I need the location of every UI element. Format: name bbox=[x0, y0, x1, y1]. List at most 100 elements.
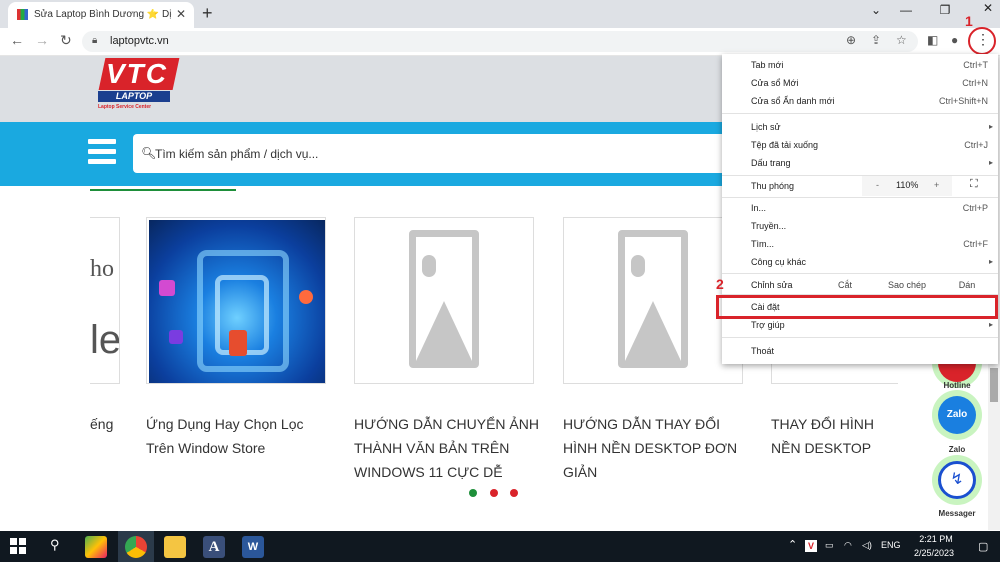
language-indicator[interactable]: ENG bbox=[881, 540, 901, 550]
lock-icon[interactable]: 🔒︎ bbox=[92, 35, 97, 46]
annotation-highlight-box bbox=[716, 295, 998, 319]
close-tab-icon[interactable]: ✕ bbox=[176, 7, 186, 21]
menu-cut[interactable]: Cắt bbox=[820, 280, 870, 290]
menu-more-tools[interactable]: Công cụ khác bbox=[751, 257, 806, 267]
menu-divider bbox=[722, 175, 998, 176]
zoom-in-button[interactable]: + bbox=[934, 180, 939, 190]
menu-zoom: Thu phóng bbox=[751, 181, 795, 191]
shortcut: Ctrl+T bbox=[963, 60, 988, 70]
zalo-button[interactable]: Zalo bbox=[932, 390, 982, 440]
section-underline bbox=[90, 189, 236, 191]
menu-history[interactable]: Lịch sử bbox=[751, 122, 781, 132]
profile-avatar-icon[interactable]: ● bbox=[951, 33, 958, 47]
image-placeholder-icon bbox=[409, 230, 479, 368]
vtc-tray-icon[interactable]: V bbox=[805, 540, 817, 552]
menu-help[interactable]: Trợ giúp bbox=[751, 320, 785, 330]
shortcut: Ctrl+Shift+N bbox=[938, 96, 988, 106]
bookmark-star-icon[interactable]: ☆ bbox=[896, 33, 907, 47]
tab-search-icon[interactable]: ⌄ bbox=[866, 3, 886, 17]
hamburger-menu-icon[interactable] bbox=[88, 139, 116, 169]
messenger-icon: ↯ bbox=[938, 461, 976, 499]
menu-cast[interactable]: Truyền... bbox=[751, 221, 786, 231]
wifi-icon[interactable]: ◠ bbox=[844, 540, 852, 551]
browser-tab[interactable]: Sửa Laptop Bình Dương ⭐ Dịch V ✕ bbox=[8, 2, 194, 28]
annotation-step-1: 1 bbox=[965, 13, 973, 29]
menu-downloads[interactable]: Tệp đã tải xuống bbox=[751, 140, 818, 150]
zoom-icon[interactable]: ⊕ bbox=[846, 33, 856, 47]
annotation-circle bbox=[968, 27, 996, 55]
site-logo[interactable]: VTC LAPTOP Laptop Service Center bbox=[98, 58, 180, 114]
article-card[interactable] bbox=[354, 217, 534, 384]
clock-time[interactable]: 2:21 PM bbox=[913, 534, 959, 544]
annotation-step-2: 2 bbox=[716, 276, 724, 292]
menu-divider bbox=[722, 113, 998, 114]
menu-divider bbox=[722, 337, 998, 338]
partial-card-text: ho bbox=[90, 256, 114, 282]
fullscreen-icon[interactable]: ⛶ bbox=[970, 178, 978, 191]
file-explorer-icon[interactable] bbox=[164, 536, 186, 558]
notification-icon[interactable]: ▢ bbox=[978, 540, 988, 553]
search-icon[interactable]: ⚲ bbox=[50, 537, 60, 553]
menu-edit: Chỉnh sửa bbox=[751, 280, 793, 290]
partial-card[interactable]: ho le bbox=[90, 217, 120, 384]
menu-paste[interactable]: Dán bbox=[942, 280, 992, 290]
maximize-button[interactable]: ❐ bbox=[935, 3, 955, 17]
submenu-arrow-icon: ▸ bbox=[988, 122, 993, 131]
menu-copy[interactable]: Sao chép bbox=[882, 280, 932, 290]
volume-icon[interactable]: ◁) bbox=[862, 540, 872, 551]
shortcut: Ctrl+N bbox=[962, 78, 988, 88]
article-card[interactable] bbox=[146, 217, 326, 384]
shortcut: Ctrl+J bbox=[964, 140, 988, 150]
zalo-icon: Zalo bbox=[938, 396, 976, 434]
share-icon[interactable]: ⇪ bbox=[871, 33, 881, 47]
menu-exit[interactable]: Thoát bbox=[751, 346, 774, 356]
window-close-button[interactable]: ✕ bbox=[978, 1, 998, 15]
side-panel-icon[interactable]: ◧ bbox=[927, 33, 938, 47]
app-icon[interactable]: A bbox=[203, 536, 225, 558]
search-icon: 🔍︎ bbox=[141, 146, 157, 160]
zalo-label: Zalo bbox=[948, 445, 966, 454]
menu-print[interactable]: In... bbox=[751, 203, 766, 213]
chrome-icon[interactable] bbox=[125, 536, 147, 558]
scrollbar-thumb[interactable] bbox=[990, 368, 998, 402]
menu-new-window[interactable]: Cửa sổ Mới bbox=[751, 78, 798, 88]
bluestacks-icon[interactable] bbox=[85, 536, 107, 558]
menu-bookmarks[interactable]: Dấu trang bbox=[751, 158, 791, 168]
menu-find[interactable]: Tìm... bbox=[751, 239, 774, 249]
card-caption[interactable]: HƯỚNG DẪN CHUYỂN ẢNH THÀNH VĂN BẢN TRÊN … bbox=[354, 412, 544, 484]
tray-chevron-icon[interactable]: ⌃ bbox=[788, 538, 797, 551]
address-bar[interactable]: 🔒︎ laptopvtc.vn bbox=[82, 31, 918, 52]
word-icon[interactable]: W bbox=[242, 536, 264, 558]
clock-date[interactable]: 2/25/2023 bbox=[909, 548, 959, 558]
card-caption[interactable]: HƯỚNG DẪN THAY ĐỔI HÌNH NỀN DESKTOP ĐƠN … bbox=[563, 412, 743, 484]
menu-divider bbox=[722, 273, 998, 274]
windows-start-icon[interactable] bbox=[10, 538, 26, 554]
search-placeholder: Tìm kiếm sản phẩm / dịch vụ... bbox=[155, 147, 319, 161]
card-caption[interactable]: THAY ĐỔI HÌNH NỀN DESKTOP ĐƠN GIẢ bbox=[771, 412, 898, 462]
back-arrow-icon[interactable]: ← bbox=[10, 32, 24, 48]
submenu-arrow-icon: ▸ bbox=[988, 257, 993, 266]
shortcut: Ctrl+F bbox=[963, 239, 988, 249]
battery-icon[interactable]: ▭ bbox=[825, 540, 834, 551]
carousel-dot[interactable] bbox=[490, 489, 498, 497]
card-caption[interactable]: ếng bbox=[90, 412, 113, 436]
messenger-button[interactable]: ↯ bbox=[932, 455, 982, 505]
tab-title: Sửa Laptop Bình Dương ⭐ Dịch V bbox=[34, 9, 172, 20]
card-caption[interactable]: Ứng Dụng Hay Chọn Lọc Trên Window Store bbox=[146, 412, 326, 460]
site-search-input[interactable]: 🔍︎ Tìm kiếm sản phẩm / dịch vụ... bbox=[133, 134, 733, 173]
menu-new-tab[interactable]: Tab mới bbox=[751, 60, 783, 70]
carousel-dot[interactable] bbox=[469, 489, 477, 497]
article-thumbnail bbox=[149, 220, 325, 383]
menu-incognito[interactable]: Cửa sổ Ẩn danh mới bbox=[751, 96, 834, 106]
logo-laptop-text: LAPTOP bbox=[98, 91, 170, 102]
partial-card-text: le bbox=[90, 318, 120, 362]
messenger-label: Messager bbox=[938, 509, 976, 518]
carousel-dot[interactable] bbox=[510, 489, 518, 497]
reload-icon[interactable]: ↻ bbox=[60, 32, 72, 49]
zoom-out-button[interactable]: - bbox=[876, 180, 879, 190]
forward-arrow-icon[interactable]: → bbox=[35, 32, 49, 48]
minimize-button[interactable]: — bbox=[896, 3, 916, 17]
site-favicon-icon bbox=[17, 9, 28, 20]
new-tab-button[interactable]: + bbox=[202, 3, 213, 24]
url-text: laptopvtc.vn bbox=[110, 35, 169, 47]
